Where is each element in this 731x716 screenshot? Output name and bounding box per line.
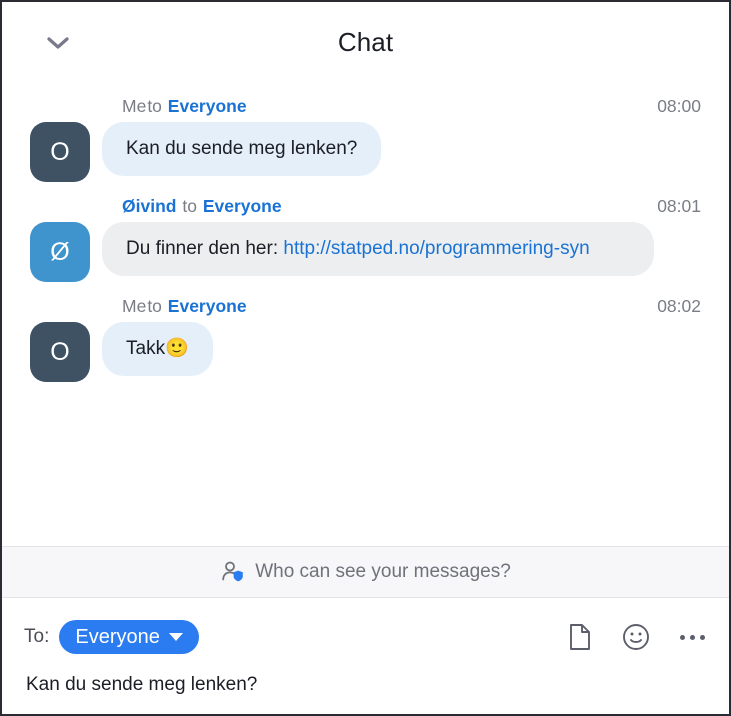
recipient-label: Everyone [75,625,160,648]
slight-smile-emoji-icon: 🙂 [165,338,189,359]
message-timestamp: 08:00 [657,96,701,116]
file-button[interactable] [565,622,595,652]
message-item: Øivind to Everyone 08:01 Ø Du finner den… [2,196,729,282]
message-text: Kan du sende meg lenken? [126,138,358,159]
message-to-word: to [182,196,197,216]
more-options-button[interactable] [677,622,707,652]
person-shield-icon [222,561,244,582]
message-item: Meto Everyone 08:02 O Takk🙂 [2,296,729,382]
message-bubble: Du finner den her: http://statped.no/pro… [102,222,654,276]
message-to-word: to [147,96,162,116]
message-sender: Me [122,96,147,116]
compose-actions [565,622,707,652]
avatar: O [30,122,90,182]
avatar: O [30,322,90,382]
page-title: Chat [337,26,394,57]
chat-header: Chat [2,2,729,82]
message-text: Du finner den her: [126,238,284,259]
message-timestamp: 08:01 [657,196,701,216]
message-list: Meto Everyone 08:00 O Kan du sende meg l… [2,82,729,546]
file-icon [570,624,590,650]
caret-down-icon [168,633,183,641]
chat-window: Chat Meto Everyone 08:00 O Kan du sende … [0,0,731,716]
message-body: O Takk🙂 [30,322,701,382]
chevron-down-icon [47,37,69,49]
message-target[interactable]: Everyone [203,196,282,216]
message-input[interactable]: Kan du sende meg lenken? [24,660,707,714]
message-to-word: to [147,296,162,316]
message-sender: Me [122,296,147,316]
privacy-notice-label: Who can see your messages? [255,561,511,582]
compose-toolbar: To: Everyone [24,614,707,660]
to-label: To: [24,626,50,647]
message-item: Meto Everyone 08:00 O Kan du sende meg l… [2,96,729,182]
compose-area: To: Everyone Kan du sende meg lenken? [2,598,729,714]
message-link[interactable]: http://statped.no/programmering-syn [283,238,589,259]
privacy-notice-bar[interactable]: Who can see your messages? [2,546,729,598]
message-meta: Øivind to Everyone 08:01 [122,196,701,217]
message-meta: Meto Everyone 08:00 [122,96,701,117]
message-bubble: Kan du sende meg lenken? [102,122,382,176]
message-text: Takk [126,338,166,359]
message-meta: Meto Everyone 08:02 [122,296,701,317]
message-bubble: Takk🙂 [102,322,213,376]
message-body: O Kan du sende meg lenken? [30,122,701,182]
message-body: Ø Du finner den her: http://statped.no/p… [30,222,701,282]
recipient-selector[interactable]: Everyone [59,620,199,654]
more-icon [679,634,705,640]
collapse-chevron-down-button[interactable] [40,28,76,58]
emoji-button[interactable] [621,622,651,652]
avatar: Ø [30,222,90,282]
message-target[interactable]: Everyone [168,96,247,116]
message-sender[interactable]: Øivind [122,196,176,216]
emoji-icon [623,624,649,650]
message-target[interactable]: Everyone [168,296,247,316]
message-timestamp: 08:02 [657,296,701,316]
